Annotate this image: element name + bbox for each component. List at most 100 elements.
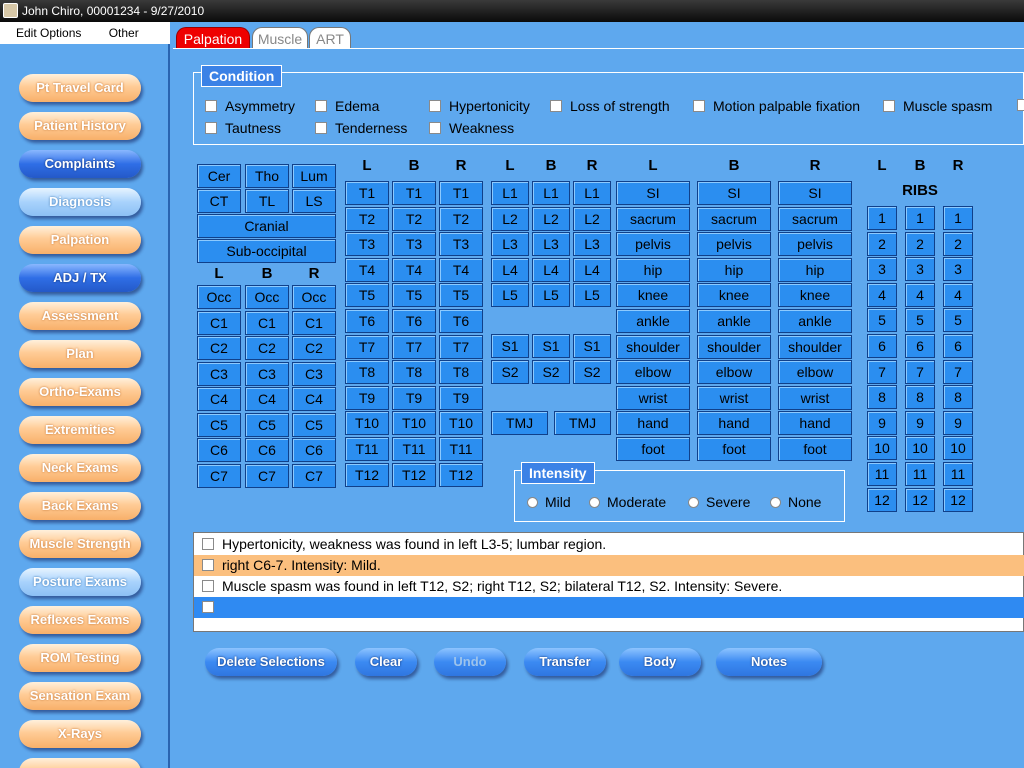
lumbar-right-l2-button[interactable]: L2 xyxy=(573,206,611,231)
thoracic-bilateral-t6-button[interactable]: T6 xyxy=(392,309,436,333)
tab-muscle[interactable]: Muscle xyxy=(252,27,308,49)
rib-bilateral-6-button[interactable]: 6 xyxy=(905,334,935,358)
extremity-bilateral-wrist-button[interactable]: wrist xyxy=(697,385,771,410)
thoracic-bilateral-t11-button[interactable]: T11 xyxy=(392,437,436,461)
condition-tautness-checkbox[interactable]: Tautness xyxy=(205,120,281,136)
rib-right-10-button[interactable]: 10 xyxy=(943,436,973,461)
menu-other[interactable]: Other xyxy=(93,26,147,40)
body-button[interactable]: Body xyxy=(619,648,701,676)
thoracic-left-t10-button[interactable]: T10 xyxy=(345,411,389,436)
lumbar-left-l2-button[interactable]: L2 xyxy=(491,206,529,231)
nav-neck-exams-button[interactable]: Neck Exams xyxy=(19,454,141,482)
nav-pt-travel-card-button[interactable]: Pt Travel Card xyxy=(19,74,141,102)
thoracic-bilateral-t8-button[interactable]: T8 xyxy=(392,360,436,385)
undo-button[interactable]: Undo xyxy=(434,648,506,676)
extremity-left-ankle-button[interactable]: ankle xyxy=(616,309,690,333)
suboccipital-button[interactable]: Sub-occipital xyxy=(197,239,336,263)
lumbar-bilateral-l3-button[interactable]: L3 xyxy=(532,232,570,257)
nav-complaints-button[interactable]: Complaints xyxy=(19,150,141,178)
thoracic-right-t3-button[interactable]: T3 xyxy=(439,232,483,257)
rib-right-1-button[interactable]: 1 xyxy=(943,206,973,230)
extremity-right-foot-button[interactable]: foot xyxy=(778,437,852,461)
cervical-right-c5-button[interactable]: C5 xyxy=(292,412,336,437)
extremity-bilateral-knee-button[interactable]: knee xyxy=(697,283,771,308)
thoracic-right-t2-button[interactable]: T2 xyxy=(439,206,483,231)
tmj-right-button[interactable]: TMJ xyxy=(554,411,611,435)
sacral-bilateral-s1-button[interactable]: S1 xyxy=(532,334,570,358)
finding-checkbox[interactable] xyxy=(202,601,214,613)
cervical-left-c3-button[interactable]: C3 xyxy=(197,361,241,386)
cervical-left-c4-button[interactable]: C4 xyxy=(197,387,241,411)
lumbar-right-l1-button[interactable]: L1 xyxy=(573,181,611,205)
extremity-right-wrist-button[interactable]: wrist xyxy=(778,385,852,410)
extremity-left-wrist-button[interactable]: wrist xyxy=(616,385,690,410)
thoracic-bilateral-t2-button[interactable]: T2 xyxy=(392,206,436,231)
rib-left-2-button[interactable]: 2 xyxy=(867,231,897,256)
thoracic-left-t1-button[interactable]: T1 xyxy=(345,181,389,205)
thoracic-left-t9-button[interactable]: T9 xyxy=(345,385,389,410)
finding-checkbox[interactable] xyxy=(202,580,214,592)
thoracic-right-t1-button[interactable]: T1 xyxy=(439,181,483,205)
extremity-left-knee-button[interactable]: knee xyxy=(616,283,690,308)
rib-left-7-button[interactable]: 7 xyxy=(867,359,897,384)
condition-weakness-checkbox[interactable]: Weakness xyxy=(429,120,514,136)
extremity-bilateral-hip-button[interactable]: hip xyxy=(697,257,771,282)
rib-bilateral-12-button[interactable]: 12 xyxy=(905,487,935,512)
condition-asymmetry-checkbox[interactable]: Asymmetry xyxy=(205,98,295,114)
nav-ortho-exams-button[interactable]: Ortho-Exams xyxy=(19,378,141,406)
rib-left-3-button[interactable]: 3 xyxy=(867,257,897,282)
transfer-button[interactable]: Transfer xyxy=(524,648,606,676)
extremity-right-hand-button[interactable]: hand xyxy=(778,411,852,436)
rib-right-8-button[interactable]: 8 xyxy=(943,385,973,410)
findings-row[interactable]: Hypertonicity, weakness was found in lef… xyxy=(194,534,1024,555)
thoracic-bilateral-t3-button[interactable]: T3 xyxy=(392,232,436,257)
nav-plan-button[interactable]: Plan xyxy=(19,340,141,368)
findings-row[interactable]: right C6-7. Intensity: Mild. xyxy=(194,555,1024,576)
rib-right-7-button[interactable]: 7 xyxy=(943,359,973,384)
condition-edema-checkbox[interactable]: Edema xyxy=(315,98,379,114)
rib-bilateral-2-button[interactable]: 2 xyxy=(905,231,935,256)
condition-motion-palpable-fixation-checkbox[interactable]: Motion palpable fixation xyxy=(693,98,860,114)
extremity-bilateral-pelvis-button[interactable]: pelvis xyxy=(697,232,771,257)
condition-loss-of-strength-checkbox[interactable]: Loss of strength xyxy=(550,98,670,114)
nav-adj-tx-button[interactable]: ADJ / TX xyxy=(19,264,141,292)
rib-bilateral-11-button[interactable]: 11 xyxy=(905,462,935,486)
nav-muscle-strength-button[interactable]: Muscle Strength xyxy=(19,530,141,558)
cervical-left-c2-button[interactable]: C2 xyxy=(197,336,241,360)
thoracic-bilateral-t7-button[interactable]: T7 xyxy=(392,334,436,359)
thoracic-bilateral-t1-button[interactable]: T1 xyxy=(392,181,436,205)
cervical-right-c6-button[interactable]: C6 xyxy=(292,438,336,462)
region-tho-button[interactable]: Tho xyxy=(245,164,289,188)
extremity-right-si-button[interactable]: SI xyxy=(778,181,852,205)
cervical-left-c7-button[interactable]: C7 xyxy=(197,463,241,488)
extremity-right-sacrum-button[interactable]: sacrum xyxy=(778,206,852,231)
cervical-right-c2-button[interactable]: C2 xyxy=(292,336,336,360)
thoracic-right-t10-button[interactable]: T10 xyxy=(439,411,483,436)
lumbar-left-l4-button[interactable]: L4 xyxy=(491,257,529,282)
thoracic-right-t5-button[interactable]: T5 xyxy=(439,283,483,308)
rib-right-2-button[interactable]: 2 xyxy=(943,231,973,256)
lumbar-right-l4-button[interactable]: L4 xyxy=(573,257,611,282)
rib-bilateral-3-button[interactable]: 3 xyxy=(905,257,935,282)
cervical-left-c1-button[interactable]: C1 xyxy=(197,310,241,335)
menu-edit-options[interactable]: Edit Options xyxy=(0,26,89,40)
rib-right-4-button[interactable]: 4 xyxy=(943,282,973,307)
cervical-bilateral-c3-button[interactable]: C3 xyxy=(245,361,289,386)
cervical-bilateral-c1-button[interactable]: C1 xyxy=(245,310,289,335)
sacral-bilateral-s2-button[interactable]: S2 xyxy=(532,359,570,384)
sacral-left-s2-button[interactable]: S2 xyxy=(491,359,529,384)
clear-button[interactable]: Clear xyxy=(355,648,417,676)
intensity-mild-radio[interactable]: Mild xyxy=(527,494,571,510)
rib-left-4-button[interactable]: 4 xyxy=(867,282,897,307)
rib-right-3-button[interactable]: 3 xyxy=(943,257,973,282)
condition-more-checkbox[interactable] xyxy=(1017,99,1024,111)
extremity-right-hip-button[interactable]: hip xyxy=(778,257,852,282)
thoracic-bilateral-t10-button[interactable]: T10 xyxy=(392,411,436,436)
rib-left-1-button[interactable]: 1 xyxy=(867,206,897,230)
lumbar-bilateral-l2-button[interactable]: L2 xyxy=(532,206,570,231)
rib-right-6-button[interactable]: 6 xyxy=(943,334,973,358)
rib-bilateral-10-button[interactable]: 10 xyxy=(905,436,935,461)
finding-checkbox[interactable] xyxy=(202,559,214,571)
thoracic-right-t12-button[interactable]: T12 xyxy=(439,462,483,487)
extremity-right-shoulder-button[interactable]: shoulder xyxy=(778,334,852,359)
